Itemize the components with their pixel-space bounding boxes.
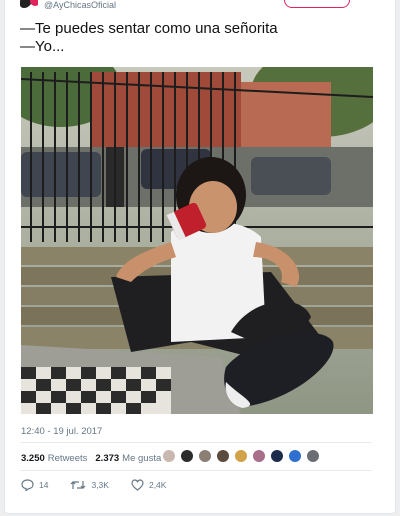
user-handle[interactable]: @AyChicasOficial <box>44 0 116 10</box>
tweet-text: —Te puedes sentar como una señorita —Yo.… <box>20 20 380 56</box>
tweet-stats: 3.250 Retweets 2.373 Me gusta <box>21 451 161 465</box>
divider-top <box>20 442 372 443</box>
follow-button[interactable] <box>284 0 350 8</box>
likes-stat[interactable]: 2.373 Me gusta <box>95 453 161 464</box>
reply-icon <box>21 479 34 491</box>
tweet-line-2: —Yo... <box>20 38 65 55</box>
liker-avatar[interactable] <box>270 449 284 463</box>
reply-count: 14 <box>39 480 49 490</box>
retweet-button[interactable]: 3,3K <box>70 479 109 491</box>
liker-avatar[interactable] <box>234 449 248 463</box>
retweets-count: 3.250 <box>21 452 45 464</box>
liker-avatar[interactable] <box>180 449 194 463</box>
divider-bottom <box>20 470 372 471</box>
like-button[interactable]: 2,4K <box>131 479 167 491</box>
avatar-shape-pink <box>30 0 38 6</box>
tweet-line-1: —Te puedes sentar como una señorita <box>20 20 278 37</box>
liker-avatar[interactable] <box>288 449 302 463</box>
liker-avatar[interactable] <box>216 449 230 463</box>
reply-button[interactable]: 14 <box>21 479 48 491</box>
retweets-stat[interactable]: 3.250 Retweets <box>21 453 87 464</box>
likes-count: 2.373 <box>95 452 120 464</box>
likes-label: Me gusta <box>122 452 162 464</box>
photo-illustration <box>21 67 373 414</box>
tweet-photo[interactable] <box>21 67 373 414</box>
liker-avatar[interactable] <box>306 449 320 463</box>
retweet-count: 3,3K <box>91 480 109 490</box>
retweet-icon <box>71 481 86 489</box>
retweets-label: Retweets <box>47 452 88 464</box>
liker-avatars <box>162 449 320 463</box>
avatar[interactable] <box>20 0 38 10</box>
tweet-timestamp[interactable]: 12:40 - 19 jul. 2017 <box>21 426 102 437</box>
liker-avatar[interactable] <box>252 449 266 463</box>
liker-avatar[interactable] <box>162 449 176 463</box>
tweet-actions: 14 3,3K 2,4K <box>21 478 188 492</box>
heart-icon <box>131 479 144 491</box>
like-count: 2,4K <box>148 480 167 490</box>
liker-avatar[interactable] <box>198 449 212 463</box>
